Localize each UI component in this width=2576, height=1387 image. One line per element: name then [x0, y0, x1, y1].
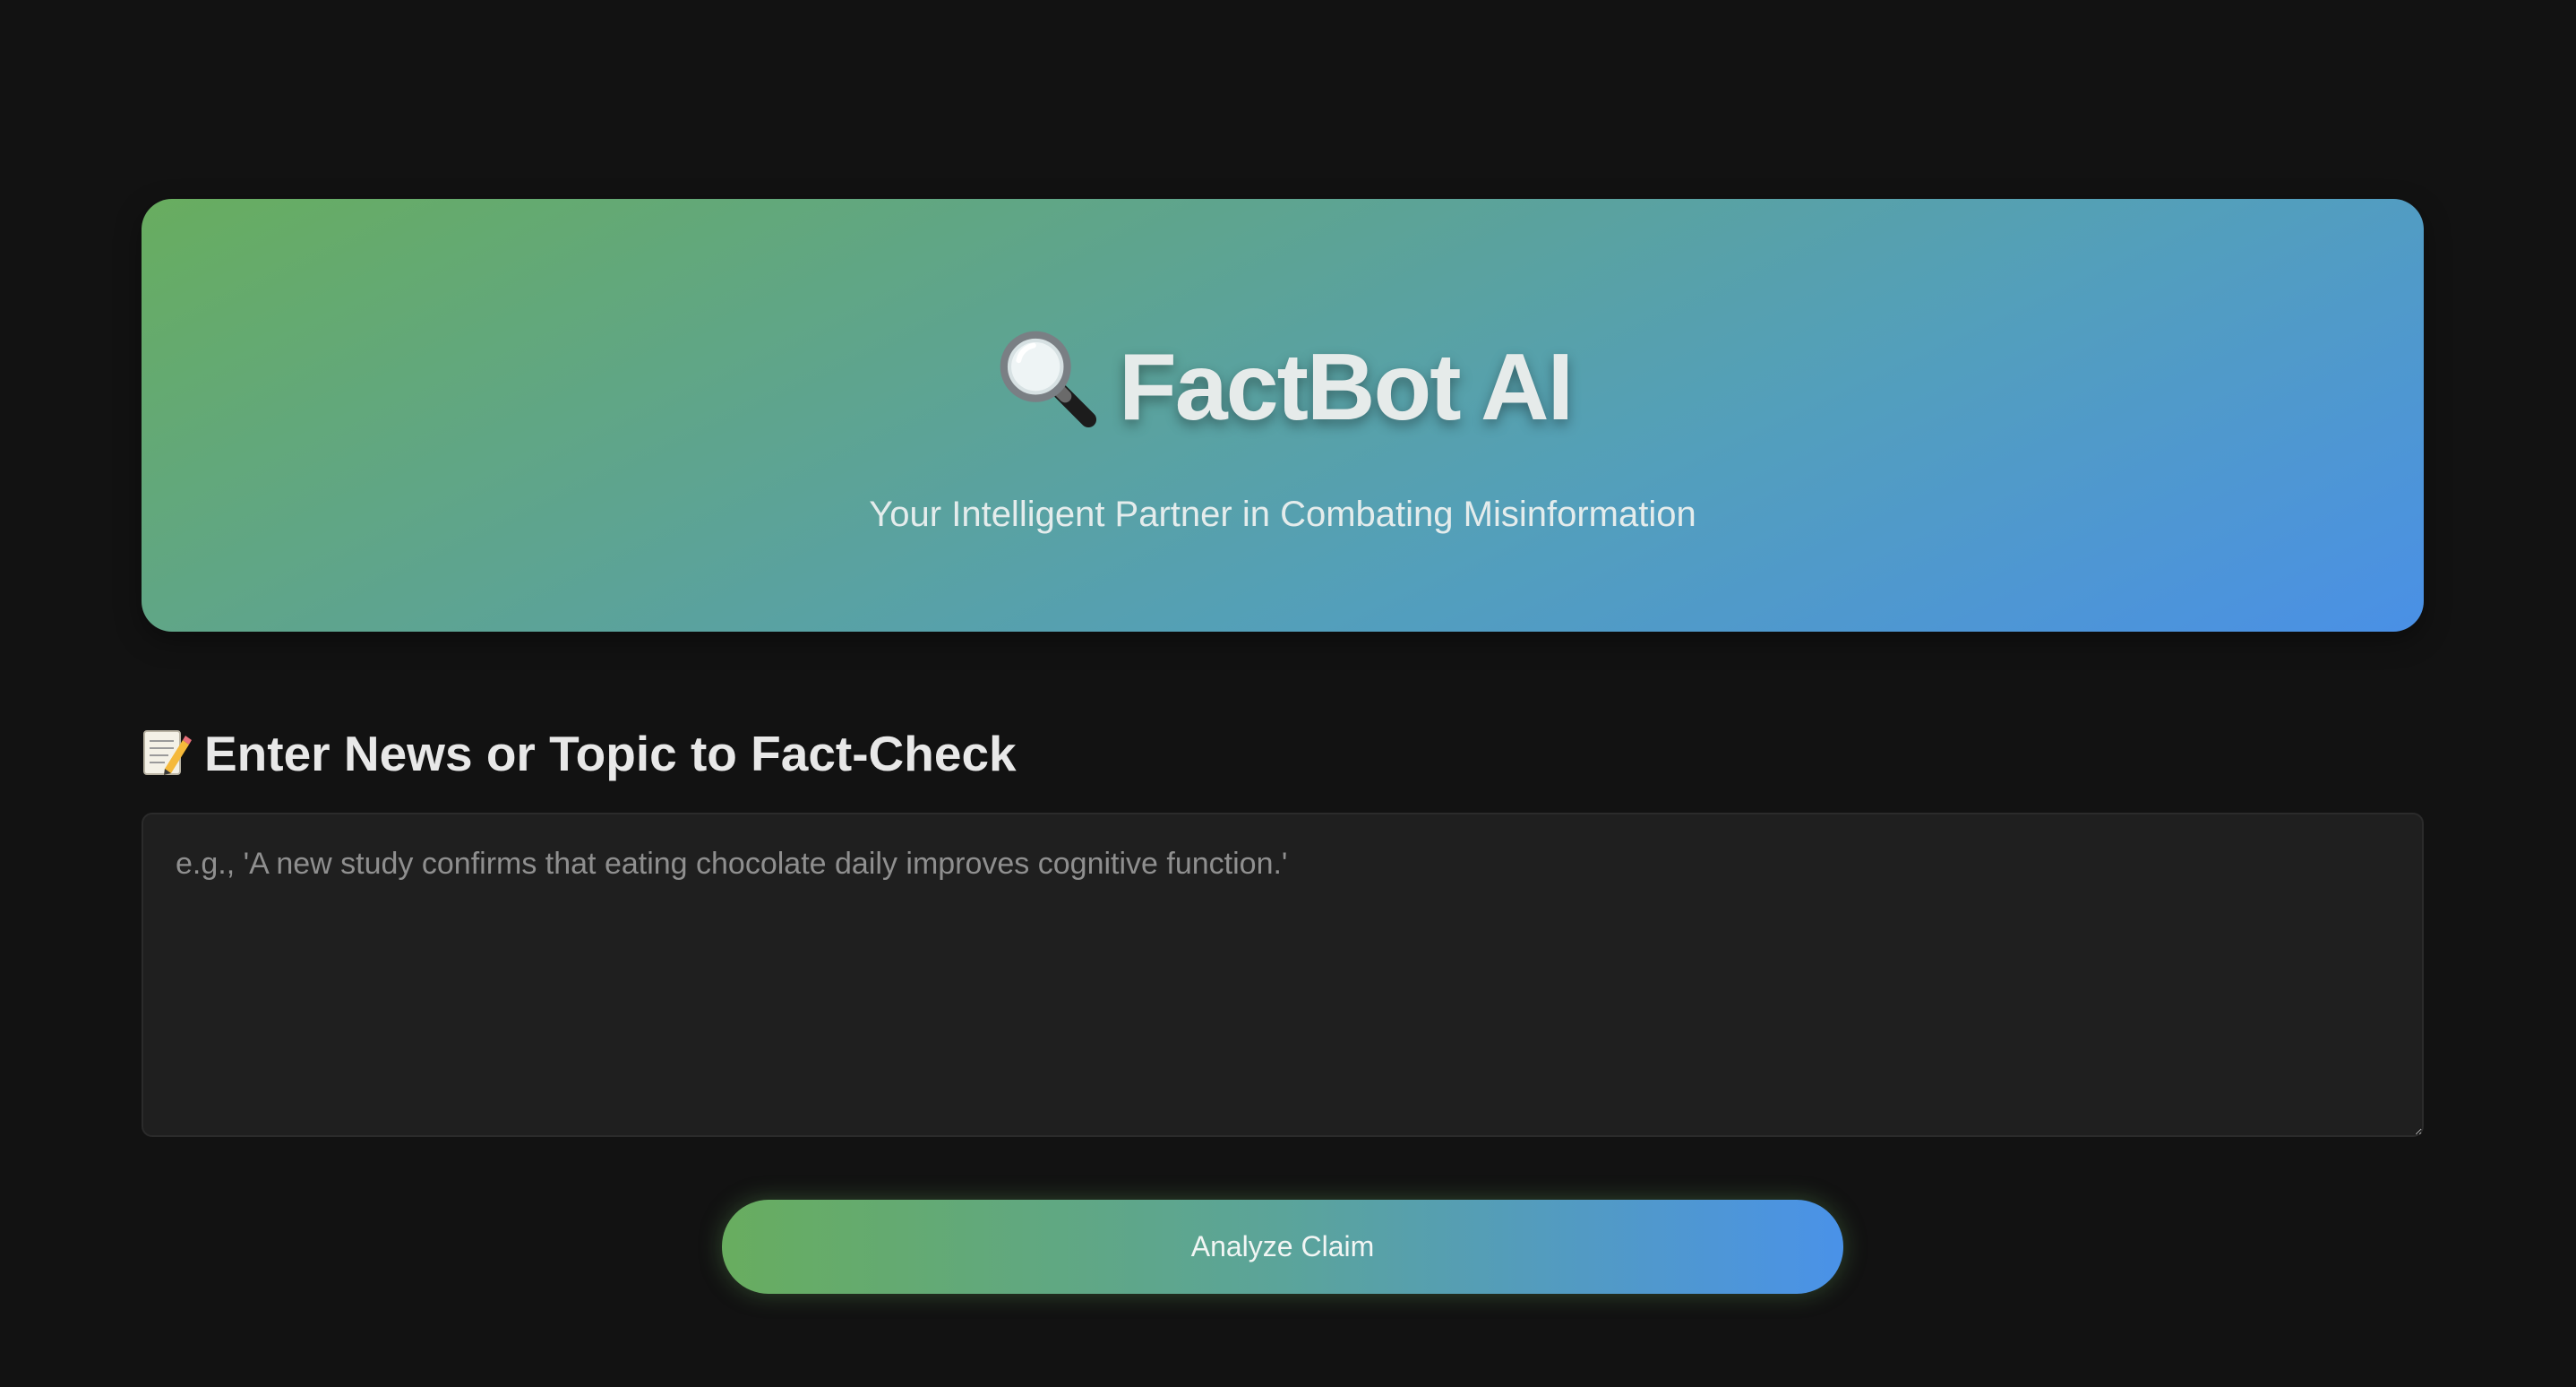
magnifying-glass-icon [993, 324, 1099, 430]
claim-input[interactable] [142, 813, 2424, 1137]
analyze-claim-button[interactable]: Analyze Claim [722, 1200, 1843, 1294]
app-subtitle: Your Intelligent Partner in Combating Mi… [869, 495, 1696, 534]
hero-title-row: FactBot AI [142, 324, 2424, 450]
app-title: FactBot AI [1118, 334, 1574, 440]
hero-banner: FactBot AI Your Intelligent Partner in C… [142, 199, 2424, 632]
memo-icon [142, 726, 192, 778]
input-section-title: Enter News or Topic to Fact-Check [204, 726, 1017, 781]
input-section-heading: Enter News or Topic to Fact-Check [142, 722, 1017, 785]
app-page: FactBot AI Your Intelligent Partner in C… [0, 0, 2576, 1387]
